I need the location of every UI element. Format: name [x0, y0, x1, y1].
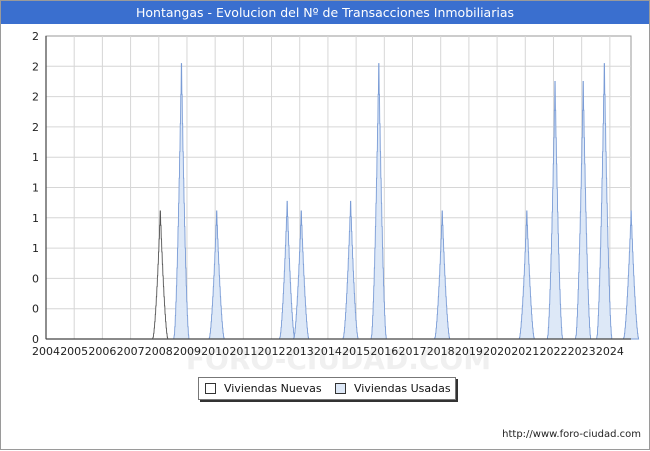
x-tick-label: 2017: [399, 345, 427, 358]
x-tick-label: 2008: [145, 345, 173, 358]
y-tick-label: 1: [32, 242, 39, 255]
x-tick-label: 2024: [596, 345, 624, 358]
x-tick-label: 2004: [32, 345, 60, 358]
y-tick-label: 2: [32, 91, 39, 104]
x-tick-label: 2013: [286, 345, 314, 358]
legend-swatch-nuevas: [205, 383, 216, 394]
x-tick-label: 2016: [370, 345, 398, 358]
y-tick-label: 0: [32, 272, 39, 285]
chart-legend: Viviendas Nuevas Viviendas Usadas: [198, 377, 456, 400]
x-tick-label: 2020: [483, 345, 511, 358]
y-tick-label: 2: [32, 60, 39, 73]
x-tick-label: 2021: [511, 345, 539, 358]
source-credit: http://www.foro-ciudad.com: [502, 429, 641, 440]
x-tick-label: 2011: [229, 345, 257, 358]
x-tick-label: 2019: [455, 345, 483, 358]
legend-item-usadas: Viviendas Usadas: [335, 382, 451, 395]
x-tick-label: 2010: [201, 345, 229, 358]
legend-label-usadas: Viviendas Usadas: [354, 382, 451, 395]
legend-swatch-usadas: [335, 383, 346, 394]
x-tick-label: 2023: [568, 345, 596, 358]
y-tick-label: 2: [32, 30, 39, 43]
x-tick-label: 2005: [60, 345, 88, 358]
legend-label-nuevas: Viviendas Nuevas: [224, 382, 322, 395]
chart-frame: Hontangas - Evolucion del Nº de Transacc…: [0, 0, 650, 450]
y-tick-label: 0: [32, 303, 39, 316]
y-tick-label: 2: [32, 121, 39, 134]
x-tick-label: 2022: [539, 345, 567, 358]
legend-item-nuevas: Viviendas Nuevas: [205, 382, 322, 395]
y-tick-label: 1: [32, 212, 39, 225]
y-tick-label: 1: [32, 182, 39, 195]
y-tick-label: 1: [32, 151, 39, 164]
x-tick-label: 2015: [342, 345, 370, 358]
x-tick-label: 2006: [88, 345, 116, 358]
x-tick-label: 2014: [314, 345, 342, 358]
x-tick-label: 2009: [173, 345, 201, 358]
x-tick-label: 2012: [258, 345, 286, 358]
x-tick-label: 2018: [427, 345, 455, 358]
x-tick-label: 2007: [117, 345, 145, 358]
